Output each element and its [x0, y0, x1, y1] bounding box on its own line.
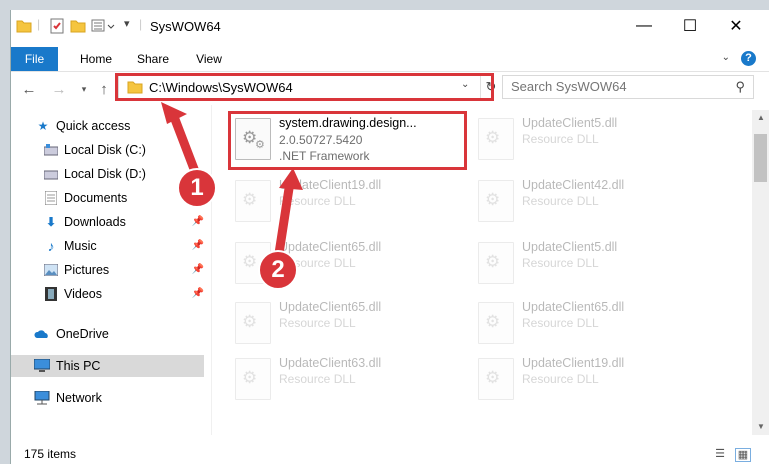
annotation-arrows — [161, 102, 303, 265]
callout-badge-1: 1 — [177, 168, 217, 208]
arrow-2 — [273, 177, 295, 265]
explorer-window: | ▾ | SysWOW64 — ☐ ✕ File Home Share Vie… — [10, 10, 769, 464]
callout-badge-2: 2 — [258, 250, 298, 290]
arrow-2-head — [279, 168, 303, 190]
